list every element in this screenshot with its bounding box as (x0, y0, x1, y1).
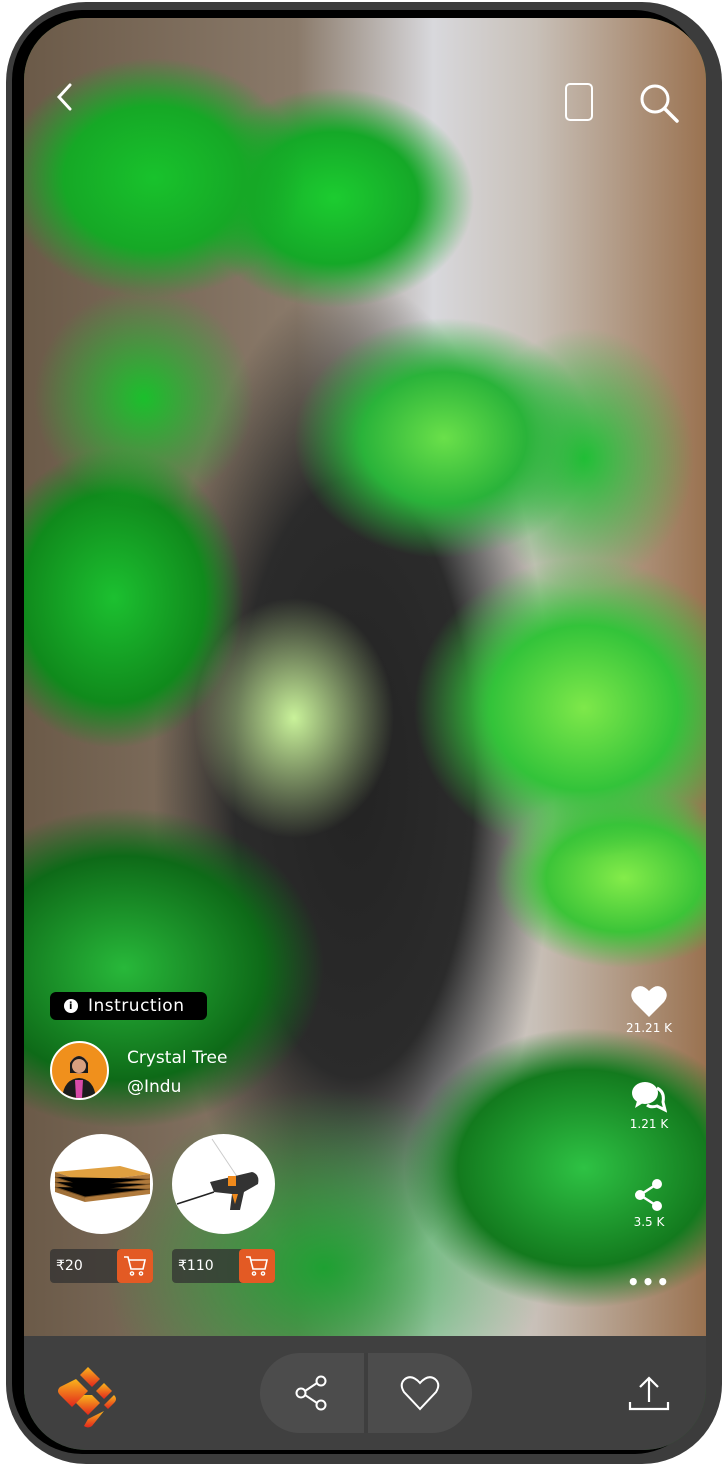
chevron-left-icon (56, 83, 72, 111)
share-bottom-button[interactable] (260, 1353, 364, 1433)
share-outline-icon (295, 1375, 327, 1411)
more-options-button[interactable]: ••• (614, 1270, 684, 1294)
product-glue-gun[interactable] (172, 1134, 275, 1234)
cart-icon (246, 1256, 268, 1276)
user-handle[interactable]: @Indu (127, 1077, 181, 1097)
upload-button[interactable] (628, 1374, 670, 1418)
info-icon: i (64, 999, 78, 1013)
search-button[interactable] (638, 82, 680, 128)
like-count: 21.21 K (625, 1021, 673, 1035)
logo-icon (58, 1367, 116, 1428)
post-title: Crystal Tree (127, 1048, 228, 1068)
comment-count: 1.21 K (629, 1117, 669, 1131)
like-button[interactable]: 21.21 K (614, 984, 684, 1035)
heart-icon (631, 986, 667, 1017)
comments-icon (632, 1082, 668, 1113)
instruction-button[interactable]: i Instruction (50, 992, 207, 1020)
action-pill (260, 1353, 472, 1433)
more-dots-icon: ••• (626, 1270, 672, 1294)
back-button[interactable] (54, 82, 76, 116)
user-photo-icon (62, 1056, 96, 1098)
price-label: ₹20 (56, 1258, 83, 1274)
add-to-cart-button[interactable] (117, 1249, 153, 1283)
price-cardboard: ₹20 (50, 1249, 153, 1283)
video-background[interactable] (24, 18, 706, 1336)
cardboard-image (54, 1166, 151, 1202)
share-count: 3.5 K (633, 1215, 665, 1229)
comment-button[interactable]: 1.21 K (614, 1080, 684, 1131)
screen: i Instruction Crystal Tree @Indu ₹20 ₹11… (24, 18, 706, 1450)
device-button[interactable] (564, 82, 594, 126)
share-button[interactable]: 3.5 K (614, 1178, 684, 1229)
avatar[interactable] (50, 1041, 109, 1100)
bottom-bar (24, 1336, 706, 1450)
product-cardboard[interactable] (50, 1134, 153, 1234)
instruction-label: Instruction (88, 996, 185, 1016)
app-logo[interactable] (56, 1366, 120, 1432)
price-glue-gun: ₹110 (172, 1249, 275, 1283)
phone-outline-icon (565, 83, 593, 121)
search-icon (640, 84, 679, 123)
favorite-bottom-button[interactable] (368, 1353, 472, 1433)
cart-icon (124, 1256, 146, 1276)
share-icon (635, 1179, 662, 1211)
heart-outline-icon (400, 1376, 440, 1411)
price-label: ₹110 (178, 1258, 214, 1274)
add-to-cart-button[interactable] (239, 1249, 275, 1283)
glue-gun-image (176, 1138, 259, 1210)
upload-icon (628, 1376, 670, 1411)
